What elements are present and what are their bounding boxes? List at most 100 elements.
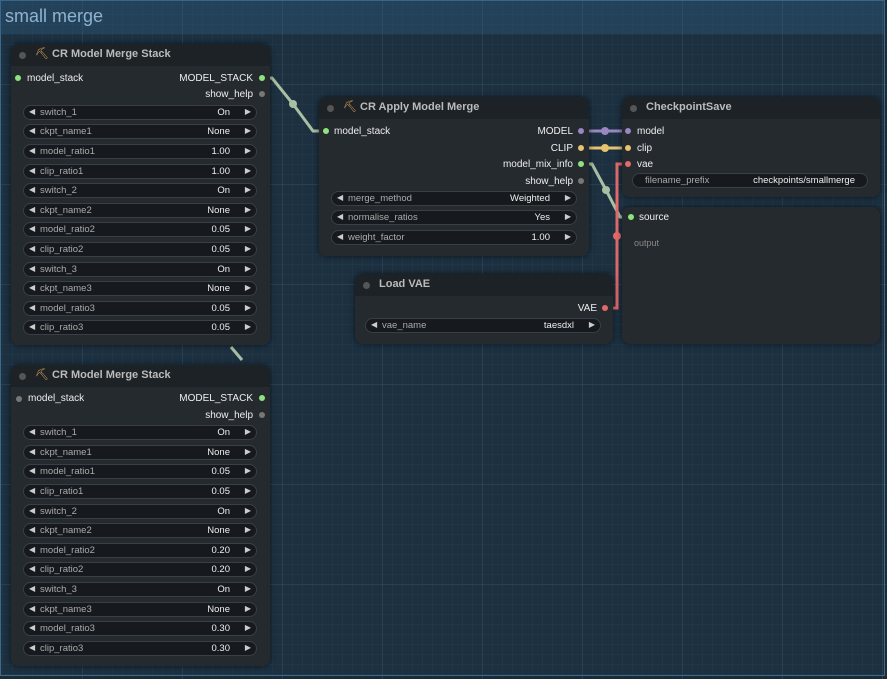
node-title-bar[interactable]: ⛏ CR Model Merge Stack xyxy=(11,365,270,387)
widget-model-ratio2[interactable]: ◀ model_ratio2 0.20 ▶ xyxy=(23,543,257,558)
output-slot-show-help[interactable] xyxy=(578,178,584,184)
input-slot-model-stack[interactable] xyxy=(16,396,22,402)
widget-clip-ratio1[interactable]: ◀ clip_ratio1 0.05 ▶ xyxy=(23,484,257,499)
arrow-left-icon[interactable]: ◀ xyxy=(29,545,35,554)
arrow-right-icon[interactable]: ▶ xyxy=(245,584,251,593)
output-slot-model-mix-info[interactable] xyxy=(578,161,584,167)
arrow-left-icon[interactable]: ◀ xyxy=(29,146,35,155)
arrow-left-icon[interactable]: ◀ xyxy=(29,264,35,273)
output-slot-show-help[interactable] xyxy=(259,91,265,97)
arrow-right-icon[interactable]: ▶ xyxy=(245,604,251,613)
widget-clip-ratio3[interactable]: ◀ clip_ratio3 0.05 ▶ xyxy=(23,320,257,335)
arrow-right-icon[interactable]: ▶ xyxy=(245,224,251,233)
arrow-right-icon[interactable]: ▶ xyxy=(245,303,251,312)
input-slot-source[interactable] xyxy=(628,214,634,220)
arrow-left-icon[interactable]: ◀ xyxy=(29,604,35,613)
output-slot-vae[interactable] xyxy=(602,305,608,311)
widget-switch-3[interactable]: ◀ switch_3 On ▶ xyxy=(23,582,257,597)
collapse-dot[interactable] xyxy=(630,105,637,112)
arrow-left-icon[interactable]: ◀ xyxy=(29,643,35,652)
output-slot-model[interactable] xyxy=(578,128,584,134)
arrow-left-icon[interactable]: ◀ xyxy=(337,193,343,202)
widget-model-ratio1[interactable]: ◀ model_ratio1 0.05 ▶ xyxy=(23,464,257,479)
arrow-right-icon[interactable]: ▶ xyxy=(245,283,251,292)
widget-weight-factor[interactable]: ◀ weight_factor 1.00 ▶ xyxy=(331,230,577,245)
arrow-left-icon[interactable]: ◀ xyxy=(29,166,35,175)
collapse-dot[interactable] xyxy=(19,52,26,59)
input-slot-model-stack[interactable] xyxy=(15,75,21,81)
arrow-right-icon[interactable]: ▶ xyxy=(565,193,571,202)
arrow-left-icon[interactable]: ◀ xyxy=(29,244,35,253)
arrow-right-icon[interactable]: ▶ xyxy=(245,244,251,253)
arrow-right-icon[interactable]: ▶ xyxy=(245,506,251,515)
node-model-merge-stack-1[interactable]: ⛏ CR Model Merge Stack model_stack MODEL… xyxy=(11,44,270,345)
arrow-right-icon[interactable]: ▶ xyxy=(245,427,251,436)
output-text-area[interactable]: output xyxy=(627,231,875,339)
widget-clip-ratio2[interactable]: ◀ clip_ratio2 0.20 ▶ xyxy=(23,562,257,577)
node-show-text[interactable]: source output xyxy=(622,207,880,344)
output-slot-model-stack[interactable] xyxy=(259,75,265,81)
arrow-left-icon[interactable]: ◀ xyxy=(29,283,35,292)
widget-clip-ratio3[interactable]: ◀ clip_ratio3 0.30 ▶ xyxy=(23,641,257,656)
arrow-left-icon[interactable]: ◀ xyxy=(29,623,35,632)
input-slot-model-stack[interactable] xyxy=(323,128,329,134)
arrow-right-icon[interactable]: ▶ xyxy=(245,322,251,331)
node-checkpoint-save[interactable]: CheckpointSave model clip vae filename_p… xyxy=(622,97,880,197)
arrow-left-icon[interactable]: ◀ xyxy=(29,126,35,135)
arrow-left-icon[interactable]: ◀ xyxy=(29,447,35,456)
node-apply-model-merge[interactable]: ⛏ CR Apply Model Merge model_stack MODEL… xyxy=(319,97,589,256)
arrow-right-icon[interactable]: ▶ xyxy=(245,146,251,155)
arrow-right-icon[interactable]: ▶ xyxy=(245,166,251,175)
output-slot-show-help[interactable] xyxy=(259,412,265,418)
arrow-left-icon[interactable]: ◀ xyxy=(29,205,35,214)
arrow-left-icon[interactable]: ◀ xyxy=(29,224,35,233)
node-title-bar[interactable]: CheckpointSave xyxy=(622,97,880,119)
collapse-dot[interactable] xyxy=(327,105,334,112)
widget-clip-ratio2[interactable]: ◀ clip_ratio2 0.05 ▶ xyxy=(23,242,257,257)
arrow-left-icon[interactable]: ◀ xyxy=(29,486,35,495)
arrow-right-icon[interactable]: ▶ xyxy=(245,525,251,534)
widget-switch-1[interactable]: ◀ switch_1 On ▶ xyxy=(23,425,257,440)
arrow-right-icon[interactable]: ▶ xyxy=(565,212,571,221)
widget-model-ratio1[interactable]: ◀ model_ratio1 1.00 ▶ xyxy=(23,144,257,159)
collapse-dot[interactable] xyxy=(363,282,370,289)
widget-switch-2[interactable]: ◀ switch_2 On ▶ xyxy=(23,504,257,519)
arrow-left-icon[interactable]: ◀ xyxy=(337,212,343,221)
arrow-right-icon[interactable]: ▶ xyxy=(245,264,251,273)
arrow-left-icon[interactable]: ◀ xyxy=(29,303,35,312)
widget-switch-3[interactable]: ◀ switch_3 On ▶ xyxy=(23,262,257,277)
node-title-bar[interactable]: ⛏ CR Model Merge Stack xyxy=(11,44,270,66)
arrow-left-icon[interactable]: ◀ xyxy=(29,466,35,475)
widget-ckpt-name3[interactable]: ◀ ckpt_name3 None ▶ xyxy=(23,602,257,617)
node-model-merge-stack-2[interactable]: ⛏ CR Model Merge Stack model_stack MODEL… xyxy=(11,365,270,666)
arrow-right-icon[interactable]: ▶ xyxy=(565,232,571,241)
widget-ckpt-name2[interactable]: ◀ ckpt_name2 None ▶ xyxy=(23,523,257,538)
widget-model-ratio3[interactable]: ◀ model_ratio3 0.30 ▶ xyxy=(23,621,257,636)
arrow-right-icon[interactable]: ▶ xyxy=(245,447,251,456)
arrow-left-icon[interactable]: ◀ xyxy=(29,564,35,573)
widget-vae-name[interactable]: ◀ vae_name taesdxl ▶ xyxy=(365,318,601,333)
widget-filename-prefix[interactable]: filename_prefix checkpoints/smallmerge xyxy=(632,173,868,188)
arrow-left-icon[interactable]: ◀ xyxy=(29,107,35,116)
output-slot-clip[interactable] xyxy=(578,145,584,151)
widget-ckpt-name1[interactable]: ◀ ckpt_name1 None ▶ xyxy=(23,124,257,139)
widget-switch-1[interactable]: ◀ switch_1 On ▶ xyxy=(23,105,257,120)
arrow-left-icon[interactable]: ◀ xyxy=(29,584,35,593)
arrow-right-icon[interactable]: ▶ xyxy=(245,126,251,135)
node-title-bar[interactable]: ⛏ CR Apply Model Merge xyxy=(319,97,589,119)
arrow-left-icon[interactable]: ◀ xyxy=(29,506,35,515)
arrow-left-icon[interactable]: ◀ xyxy=(371,320,377,329)
input-slot-model[interactable] xyxy=(625,128,631,134)
input-slot-clip[interactable] xyxy=(625,145,631,151)
node-title-bar[interactable]: Load VAE xyxy=(355,274,613,296)
arrow-right-icon[interactable]: ▶ xyxy=(245,466,251,475)
arrow-left-icon[interactable]: ◀ xyxy=(29,427,35,436)
output-slot-model-stack[interactable] xyxy=(259,395,265,401)
widget-model-ratio3[interactable]: ◀ model_ratio3 0.05 ▶ xyxy=(23,301,257,316)
arrow-right-icon[interactable]: ▶ xyxy=(245,545,251,554)
widget-model-ratio2[interactable]: ◀ model_ratio2 0.05 ▶ xyxy=(23,222,257,237)
widget-merge-method[interactable]: ◀ merge_method Weighted ▶ xyxy=(331,191,577,206)
arrow-right-icon[interactable]: ▶ xyxy=(245,643,251,652)
arrow-right-icon[interactable]: ▶ xyxy=(245,564,251,573)
arrow-right-icon[interactable]: ▶ xyxy=(589,320,595,329)
